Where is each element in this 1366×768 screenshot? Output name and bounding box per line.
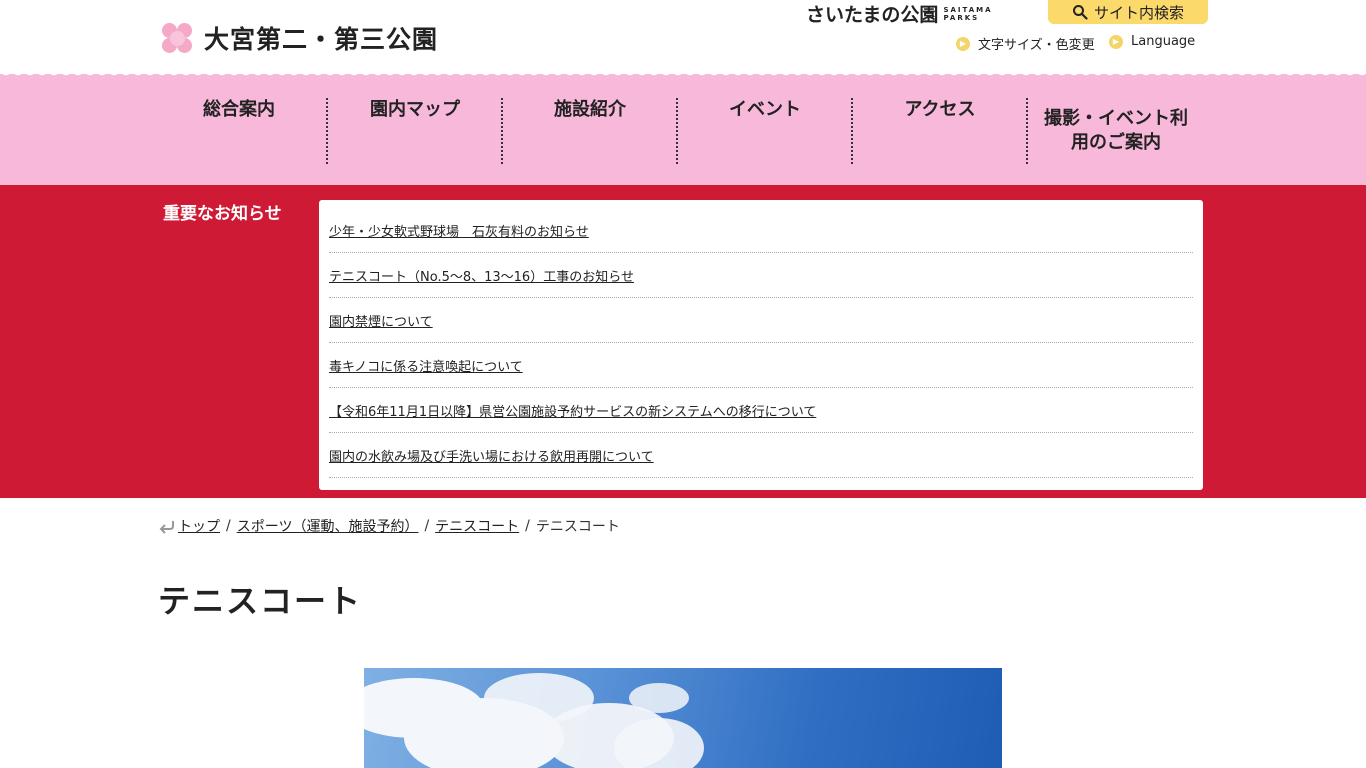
nav-access[interactable]: アクセス xyxy=(851,98,1027,164)
nav-label: 施設紹介 xyxy=(554,99,626,120)
return-arrow-icon xyxy=(159,521,174,534)
breadcrumb-top[interactable]: トップ xyxy=(178,516,220,536)
brand-en-line2: PARKS xyxy=(943,13,980,22)
hero-image-sky xyxy=(364,668,1002,768)
chevron-right-icon: ▶ xyxy=(1109,34,1123,49)
scallop-border xyxy=(0,70,1366,78)
brand-name-en: SAITAMA PARKS xyxy=(943,6,992,22)
nav-label-line1: 撮影・イベント利 xyxy=(1044,108,1188,129)
nav-label-line2: 用のご案内 xyxy=(1071,132,1161,153)
notice-link[interactable]: 毒キノコに係る注意喚起について xyxy=(329,356,523,375)
brand-en-line1: SAITAMA xyxy=(943,5,993,14)
saitama-parks-brand[interactable]: さいたまの公園 SAITAMA PARKS xyxy=(806,0,993,27)
search-icon xyxy=(1072,5,1088,20)
breadcrumb: トップ / スポーツ（運動、施設予約） / テニスコート / テニスコート xyxy=(158,516,620,536)
nav-label: イベント xyxy=(729,99,801,120)
important-notices: 重要なお知らせ 少年・少女軟式野球場 石灰有料のお知らせ テニスコート（No.5… xyxy=(0,185,1366,498)
nav-label: 総合案内 xyxy=(203,99,275,120)
site-header: 大宮第二・第三公園 さいたまの公園 SAITAMA PARKS サイト内検索 ▶… xyxy=(0,0,1366,74)
site-search-button[interactable]: サイト内検索 xyxy=(1048,0,1208,24)
notices-heading: 重要なお知らせ xyxy=(163,204,282,224)
breadcrumb-separator: / xyxy=(226,518,231,534)
sakura-logo-icon xyxy=(158,19,196,57)
notice-link[interactable]: 少年・少女軟式野球場 石灰有料のお知らせ xyxy=(329,221,589,240)
breadcrumb-tennis[interactable]: テニスコート xyxy=(435,516,519,536)
page-title: テニスコート xyxy=(158,582,363,620)
nav-events[interactable]: イベント xyxy=(676,98,852,164)
chevron-right-icon: ▶ xyxy=(956,36,970,51)
notice-item[interactable]: テニスコート（No.5～8、13～16）工事のお知らせ xyxy=(329,253,1193,298)
notice-link[interactable]: 園内禁煙について xyxy=(329,311,433,330)
language-label: Language xyxy=(1131,34,1196,49)
breadcrumb-separator: / xyxy=(424,518,430,534)
notice-link[interactable]: テニスコート（No.5～8、13～16）工事のお知らせ xyxy=(329,266,634,285)
notice-item[interactable]: 少年・少女軟式野球場 石灰有料のお知らせ xyxy=(329,208,1193,253)
nav-label: アクセス xyxy=(904,99,976,120)
breadcrumb-separator: / xyxy=(525,518,530,534)
notice-item[interactable]: 園内の水飲み場及び手洗い場における飲用再開について xyxy=(329,433,1193,478)
notice-link[interactable]: 園内の水飲み場及び手洗い場における飲用再開について xyxy=(329,446,654,465)
nav-photo-event-guide[interactable]: 撮影・イベント利 用のご案内 xyxy=(1026,98,1204,164)
nav-facilities[interactable]: 施設紹介 xyxy=(501,98,677,164)
notice-item[interactable]: 【令和6年11月1日以降】県営公園施設予約サービスの新システムへの移行について xyxy=(329,388,1193,433)
language-link[interactable]: ▶ Language xyxy=(1109,34,1195,49)
search-label: サイト内検索 xyxy=(1093,3,1184,22)
font-color-link[interactable]: ▶ 文字サイズ・色変更 xyxy=(956,34,1095,53)
nav-label: 園内マップ xyxy=(370,99,460,120)
global-nav: 総合案内 園内マップ 施設紹介 イベント アクセス 撮影・イベント利 用のご案内 xyxy=(0,70,1366,185)
breadcrumb-sports[interactable]: スポーツ（運動、施設予約） xyxy=(237,516,419,536)
notice-item[interactable]: 毒キノコに係る注意喚起について xyxy=(329,343,1193,388)
notice-link[interactable]: 【令和6年11月1日以降】県営公園施設予約サービスの新システムへの移行について xyxy=(329,401,816,420)
font-color-label: 文字サイズ・色変更 xyxy=(978,38,1095,53)
notices-list: 少年・少女軟式野球場 石灰有料のお知らせ テニスコート（No.5～8、13～16… xyxy=(319,200,1203,490)
site-title[interactable]: 大宮第二・第三公園 xyxy=(204,20,438,56)
notice-item[interactable]: 園内禁煙について xyxy=(329,298,1193,343)
breadcrumb-current: テニスコート xyxy=(535,519,620,535)
brand-name: さいたまの公園 xyxy=(806,4,939,26)
site-logo[interactable]: 大宮第二・第三公園 xyxy=(158,18,438,58)
nav-park-map[interactable]: 園内マップ xyxy=(326,98,502,164)
nav-general-info[interactable]: 総合案内 xyxy=(152,98,326,164)
